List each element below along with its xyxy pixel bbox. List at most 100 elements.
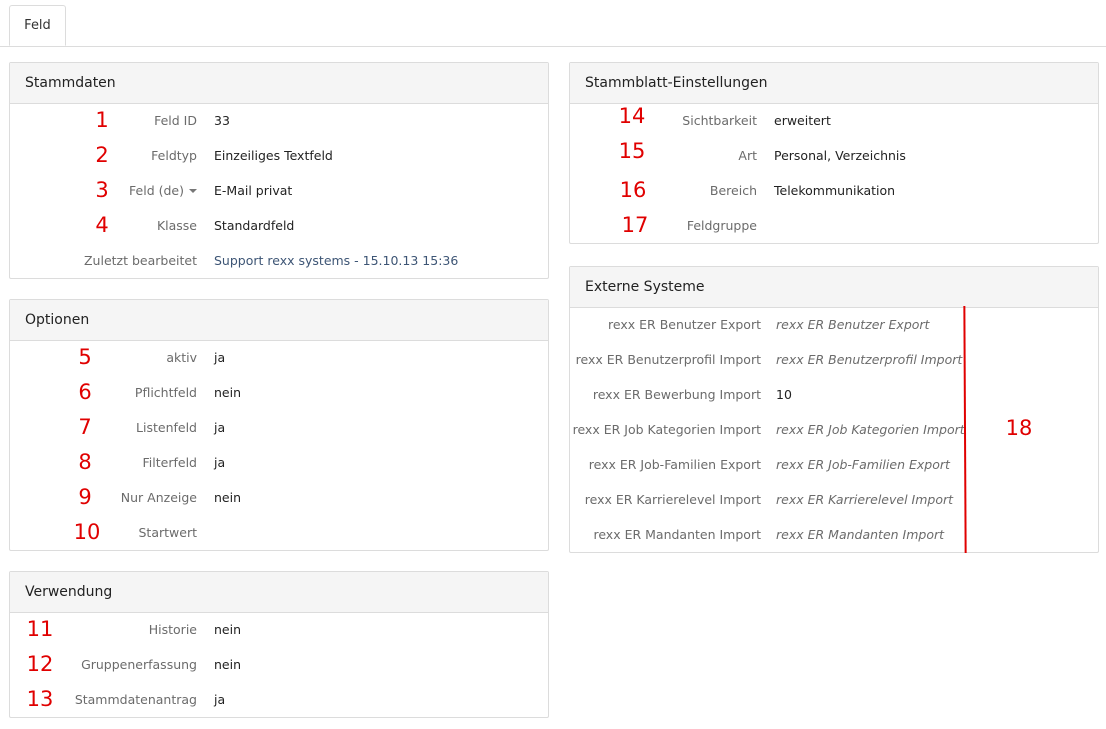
field-label: Feldtyp [151,148,197,163]
field-value: nein [214,385,242,400]
field-label: rexx ER Benutzerprofil Import [575,352,761,367]
field-label: Listenfeld [136,420,197,435]
field-row: 17 Feldgruppe [570,208,1098,243]
annotation-number: 13 [26,687,54,711]
field-row: rexx ER Job-Familien Export rexx ER Job-… [570,447,1098,482]
field-label: Startwert [138,525,198,540]
field-value: ja [214,350,226,365]
field-row: rexx ER Mandanten Import rexx ER Mandant… [570,517,1098,552]
annotation-number: 5 [78,345,92,369]
field-row: rexx ER Benutzerprofil Import rexx ER Be… [570,342,1098,377]
field-value: nein [214,657,242,672]
field-row: 3 Feld (de) E-Mail privat [10,173,548,208]
panel-title: Optionen [10,300,548,341]
field-label: Pflichtfeld [134,385,197,400]
field-value: nein [214,622,242,637]
field-row: 16 Bereich Telekommunikation [570,173,1098,208]
annotation-number: 18 [1005,416,1033,440]
panel-title: Stammblatt-Einstellungen [570,63,1098,104]
field-label: Feld ID [154,113,197,128]
panel-title: Verwendung [10,572,548,613]
field-row: 11 Historie nein [10,612,548,647]
field-row: rexx ER Karrierelevel Import rexx ER Kar… [570,482,1098,517]
field-value: rexx ER Benutzerprofil Import [776,352,963,367]
annotation-number: 12 [26,652,54,676]
field-value: erweitert [774,113,831,128]
panel-title: Externe Systeme [570,267,1098,308]
annotation-number: 4 [95,213,109,237]
field-value: rexx ER Job-Familien Export [776,457,950,472]
field-value: Telekommunikation [774,183,896,198]
annotation-number: 14 [618,104,646,128]
tab-feld[interactable]: Feld [9,5,66,46]
field-row: 12 Gruppenerfassung nein [10,647,548,682]
field-value: Personal, Verzeichnis [774,148,906,163]
annotation-number: 2 [95,143,109,167]
panel-stammdaten: Stammdaten 1 Feld ID 33 2 Feldtyp Einzei… [9,62,549,279]
annotation-number: 17 [621,213,649,237]
field-label: Klasse [156,218,197,233]
field-row: 1 Feld ID 33 [10,103,548,138]
field-row: 10 Startwert [10,515,548,550]
annotation-number: 8 [78,450,92,474]
field-value: ja [214,420,226,435]
panel-optionen: Optionen 5 aktiv ja 6 Pflichtfeld nein 7… [9,299,549,551]
field-row: 4 Klasse Standardfeld [10,208,548,243]
field-row: rexx ER Bewerbung Import 10 [570,377,1098,412]
field-row: 6 Pflichtfeld nein [10,375,548,410]
annotation-number: 1 [95,108,109,132]
field-value: Standardfeld [214,218,295,233]
field-label: rexx ER Benutzer Export [608,317,761,332]
annotation-number: 10 [73,520,101,544]
field-row: 8 Filterfeld ja [10,445,548,480]
field-value: rexx ER Benutzer Export [776,317,930,332]
annotation-number: 11 [26,617,54,641]
field-value: 10 [776,387,792,402]
field-value: ja [214,692,226,707]
field-label: rexx ER Job-Familien Export [588,457,761,472]
annotation-number: 7 [78,415,92,439]
field-label: Feldgruppe [686,218,757,233]
field-label: Stammdatenantrag [74,692,197,707]
field-label: aktiv [166,350,197,365]
field-label: Historie [148,622,197,637]
annotation-number: 9 [78,485,92,509]
annotation-number: 6 [78,380,92,404]
field-value: E-Mail privat [214,183,293,198]
field-row: rexx ER Benutzer Export rexx ER Benutzer… [570,307,1098,342]
field-value: Einzeiliges Textfeld [214,148,333,163]
field-row: 2 Feldtyp Einzeiliges Textfeld [10,138,548,173]
annotation-number: 16 [619,178,647,202]
field-row: 15 Art Personal, Verzeichnis [570,138,1098,173]
field-label: Filterfeld [142,455,197,470]
field-row: 7 Listenfeld ja [10,410,548,445]
field-value: ja [214,455,226,470]
field-row: 9 Nur Anzeige nein [10,480,548,515]
field-value: nein [214,490,242,505]
field-label: rexx ER Karrierelevel Import [584,492,761,507]
tab-bar: Feld [0,0,1106,47]
field-label: Bereich [709,183,757,198]
field-row: 5 aktiv ja [10,340,548,375]
language-dropdown[interactable]: Feld (de) [129,173,197,208]
field-label: Sichtbarkeit [682,113,757,128]
last-edited-link[interactable]: Support rexx systems - 15.10.13 15:36 [214,243,458,278]
annotation-number: 3 [95,178,109,202]
field-value: 33 [214,113,230,128]
panel-stammblatt-einstellungen: Stammblatt-Einstellungen 14 Sichtbarkeit… [569,62,1099,244]
field-value: rexx ER Job Kategorien Import [776,422,965,437]
field-label: Nur Anzeige [120,490,197,505]
field-label: Art [738,148,757,163]
field-label: Feld (de) [129,183,184,198]
panel-verwendung: Verwendung 11 Historie nein 12 Gruppener… [9,571,549,718]
field-label: Gruppenerfassung [81,657,197,672]
panel-externe-systeme: Externe Systeme rexx ER Benutzer Export … [569,266,1099,553]
field-value: rexx ER Mandanten Import [776,527,945,542]
caret-down-icon [189,188,197,193]
field-label: rexx ER Bewerbung Import [592,387,761,402]
annotation-number: 15 [618,139,646,163]
field-row: 14 Sichtbarkeit erweitert [570,103,1098,138]
panel-title: Stammdaten [10,63,548,104]
field-row: 13 Stammdatenantrag ja [10,682,548,717]
field-row: Zuletzt bearbeitet Support rexx systems … [10,243,548,278]
